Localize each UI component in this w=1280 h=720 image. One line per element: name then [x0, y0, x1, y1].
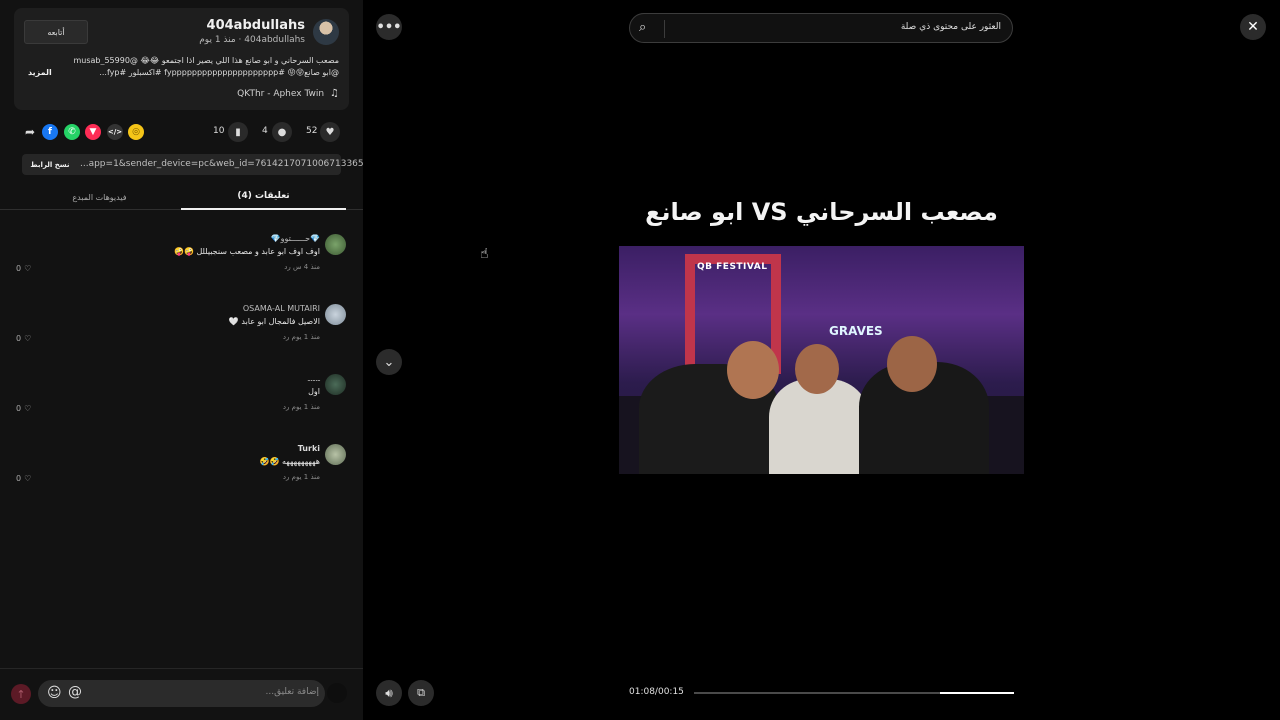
more-options-icon[interactable]: ••• [376, 14, 402, 40]
share-link-text[interactable]: ...app=1&sender_device=pc&web_id=7614217… [80, 159, 363, 169]
author-card: 404abdullahs 404abdullahs · منذ 1 يوم أت… [14, 8, 349, 110]
comment-item: ـ.ـ.ـ اول منذ 1 يوم رد 0 ♡ [0, 374, 363, 436]
facebook-icon[interactable]: f [42, 124, 58, 140]
volume-icon[interactable]: 🔊︎ [376, 680, 402, 706]
details-panel: 404abdullahs 404abdullahs · منذ 1 يوم أت… [0, 0, 363, 720]
comment-avatar[interactable] [325, 374, 346, 395]
user-avatar[interactable] [327, 683, 347, 703]
comment-avatar[interactable] [325, 444, 346, 465]
video-overlay-title: مصعب السرحاني VS ابو صانع [645, 198, 998, 226]
copy-link-button[interactable]: نسخ الرابط [22, 154, 78, 175]
comment-like-count: 0 [16, 474, 22, 483]
tab-comments[interactable]: تعليقات (4) [181, 184, 346, 210]
search-icon[interactable]: ⌕ [639, 20, 646, 35]
music-title: QKThr - Aphex Twin [237, 88, 325, 99]
author-name[interactable]: 404abdullahs [207, 18, 305, 33]
video-caption-line-2: @ابو صانع😝😝 #fyppppppppppppppppppppp #اك… [99, 68, 339, 77]
comment-input-bar: ↑ ☺ @ إضافة تعليق... [0, 668, 363, 720]
coin-icon[interactable]: ◎ [128, 124, 144, 140]
comments-count: 4 [262, 126, 268, 136]
comment-item: OSAMA-AL MUTAIRI الاصيل فالمجال ابو عابد… [0, 304, 363, 366]
person-head [727, 341, 779, 399]
comment-placeholder: إضافة تعليق... [265, 687, 319, 697]
share-arrow-icon[interactable]: ➦ [22, 124, 38, 140]
comment-like-count: 0 [16, 334, 22, 343]
graves-sign: GRAVES [829, 324, 883, 338]
mouse-cursor-icon: ☝ [480, 246, 489, 262]
comment-author[interactable]: ـ.ـ.ـ [308, 374, 320, 383]
comment-text: اول [308, 387, 320, 396]
music-row[interactable]: QKThr - Aphex Twin ♫ [237, 88, 339, 99]
telegram-icon[interactable]: ▼ [85, 124, 101, 140]
search-input[interactable]: ⌕ العثور على محتوى ذي صلة [629, 13, 1013, 43]
comment-author[interactable]: OSAMA-AL MUTAIRI [243, 304, 320, 313]
search-text: العثور على محتوى ذي صلة [900, 22, 1001, 32]
heart-outline-icon: ♡ [24, 264, 32, 273]
heart-icon[interactable]: ♥ [320, 122, 340, 142]
tab-creator-videos[interactable]: فيديوهات المبدع [18, 184, 181, 210]
caption-more-link[interactable]: المزيد [28, 68, 52, 77]
chevron-down-icon[interactable]: ⌄ [376, 349, 402, 375]
video-player[interactable]: ⌕ العثور على محتوى ذي صلة مصعب السرحاني … [619, 0, 1024, 720]
whatsapp-icon[interactable]: ✆ [64, 124, 80, 140]
likes-count: 52 [306, 126, 318, 136]
comment-like-count: 0 [16, 264, 22, 273]
progress-bar[interactable] [694, 692, 1014, 694]
send-button[interactable]: ↑ [11, 684, 31, 704]
festival-sign: QB FESTIVAL [697, 262, 768, 272]
heart-outline-icon: ♡ [24, 474, 32, 483]
person-head [795, 344, 839, 394]
comment-avatar[interactable] [325, 304, 346, 325]
tabs: فيديوهات المبدع تعليقات (4) [0, 184, 363, 210]
video-time: 01:08/00:15 [629, 687, 684, 697]
stage-pillar [685, 254, 695, 374]
comment-meta[interactable]: منذ 1 يوم رد [283, 403, 320, 411]
comment-text: هههههههههه 🤣🤣 [259, 457, 320, 466]
comment-icon[interactable]: ● [272, 122, 292, 142]
comment-author[interactable]: 💎حــــــتوو💎 [271, 234, 320, 243]
actions-row: ➦ f ✆ ▼ </> ◎ 10 ▮ 4 ● 52 ♥ [22, 122, 342, 142]
right-gutter: ✕ [1024, 0, 1280, 720]
comment-item: Turki هههههههههه 🤣🤣 منذ 1 يوم رد 0 ♡ [0, 444, 363, 506]
heart-outline-icon: ♡ [24, 334, 32, 343]
follow-button[interactable]: أتابعه [24, 20, 88, 44]
comment-input[interactable]: ☺ @ إضافة تعليق... [38, 680, 325, 707]
comment-meta[interactable]: منذ 1 يوم رد [283, 333, 320, 341]
video-caption-line-1: مصعب السرحاني و ابو صانع هذا اللي يصير ا… [73, 56, 339, 65]
author-avatar[interactable] [313, 19, 339, 45]
pip-icon[interactable]: ⧉ [408, 680, 434, 706]
bookmark-icon[interactable]: ▮ [228, 122, 248, 142]
comment-avatar[interactable] [325, 234, 346, 255]
progress-fill [940, 692, 1014, 694]
embed-icon[interactable]: </> [107, 124, 123, 140]
navigation-gutter: ••• ⌄ 🔊︎ ⧉ ☝ [363, 0, 619, 720]
emoji-icon[interactable]: ☺ [47, 685, 62, 701]
comment-like[interactable]: 0 ♡ [16, 334, 31, 343]
mention-icon[interactable]: @ [68, 684, 82, 700]
author-subline: 404abdullahs · منذ 1 يوم [199, 35, 305, 45]
search-divider [664, 20, 665, 38]
comment-meta[interactable]: منذ 4 س رد [284, 263, 320, 271]
comment-like-count: 0 [16, 404, 22, 413]
person-head [887, 336, 937, 392]
share-link-box: نسخ الرابط ...app=1&sender_device=pc&web… [22, 154, 363, 175]
saves-count: 10 [213, 126, 225, 136]
comment-like[interactable]: 0 ♡ [16, 474, 31, 483]
comment-like[interactable]: 0 ♡ [16, 404, 31, 413]
comment-text: الاصيل فالمجال ابو عابد 🤍 [228, 317, 320, 326]
comment-like[interactable]: 0 ♡ [16, 264, 31, 273]
comment-item: 💎حــــــتوو💎 اوف اوف ابو عابد و مصعب سنج… [0, 234, 363, 296]
music-note-icon: ♫ [330, 88, 339, 99]
comment-text: اوف اوف ابو عابد و مصعب سنجبيللل 🤪🤪 [174, 247, 320, 256]
comment-meta[interactable]: منذ 1 يوم رد [283, 473, 320, 481]
close-icon[interactable]: ✕ [1240, 14, 1266, 40]
heart-outline-icon: ♡ [24, 404, 32, 413]
video-frame[interactable]: QB FESTIVAL GRAVES [619, 246, 1024, 474]
comment-author[interactable]: Turki [298, 444, 320, 453]
